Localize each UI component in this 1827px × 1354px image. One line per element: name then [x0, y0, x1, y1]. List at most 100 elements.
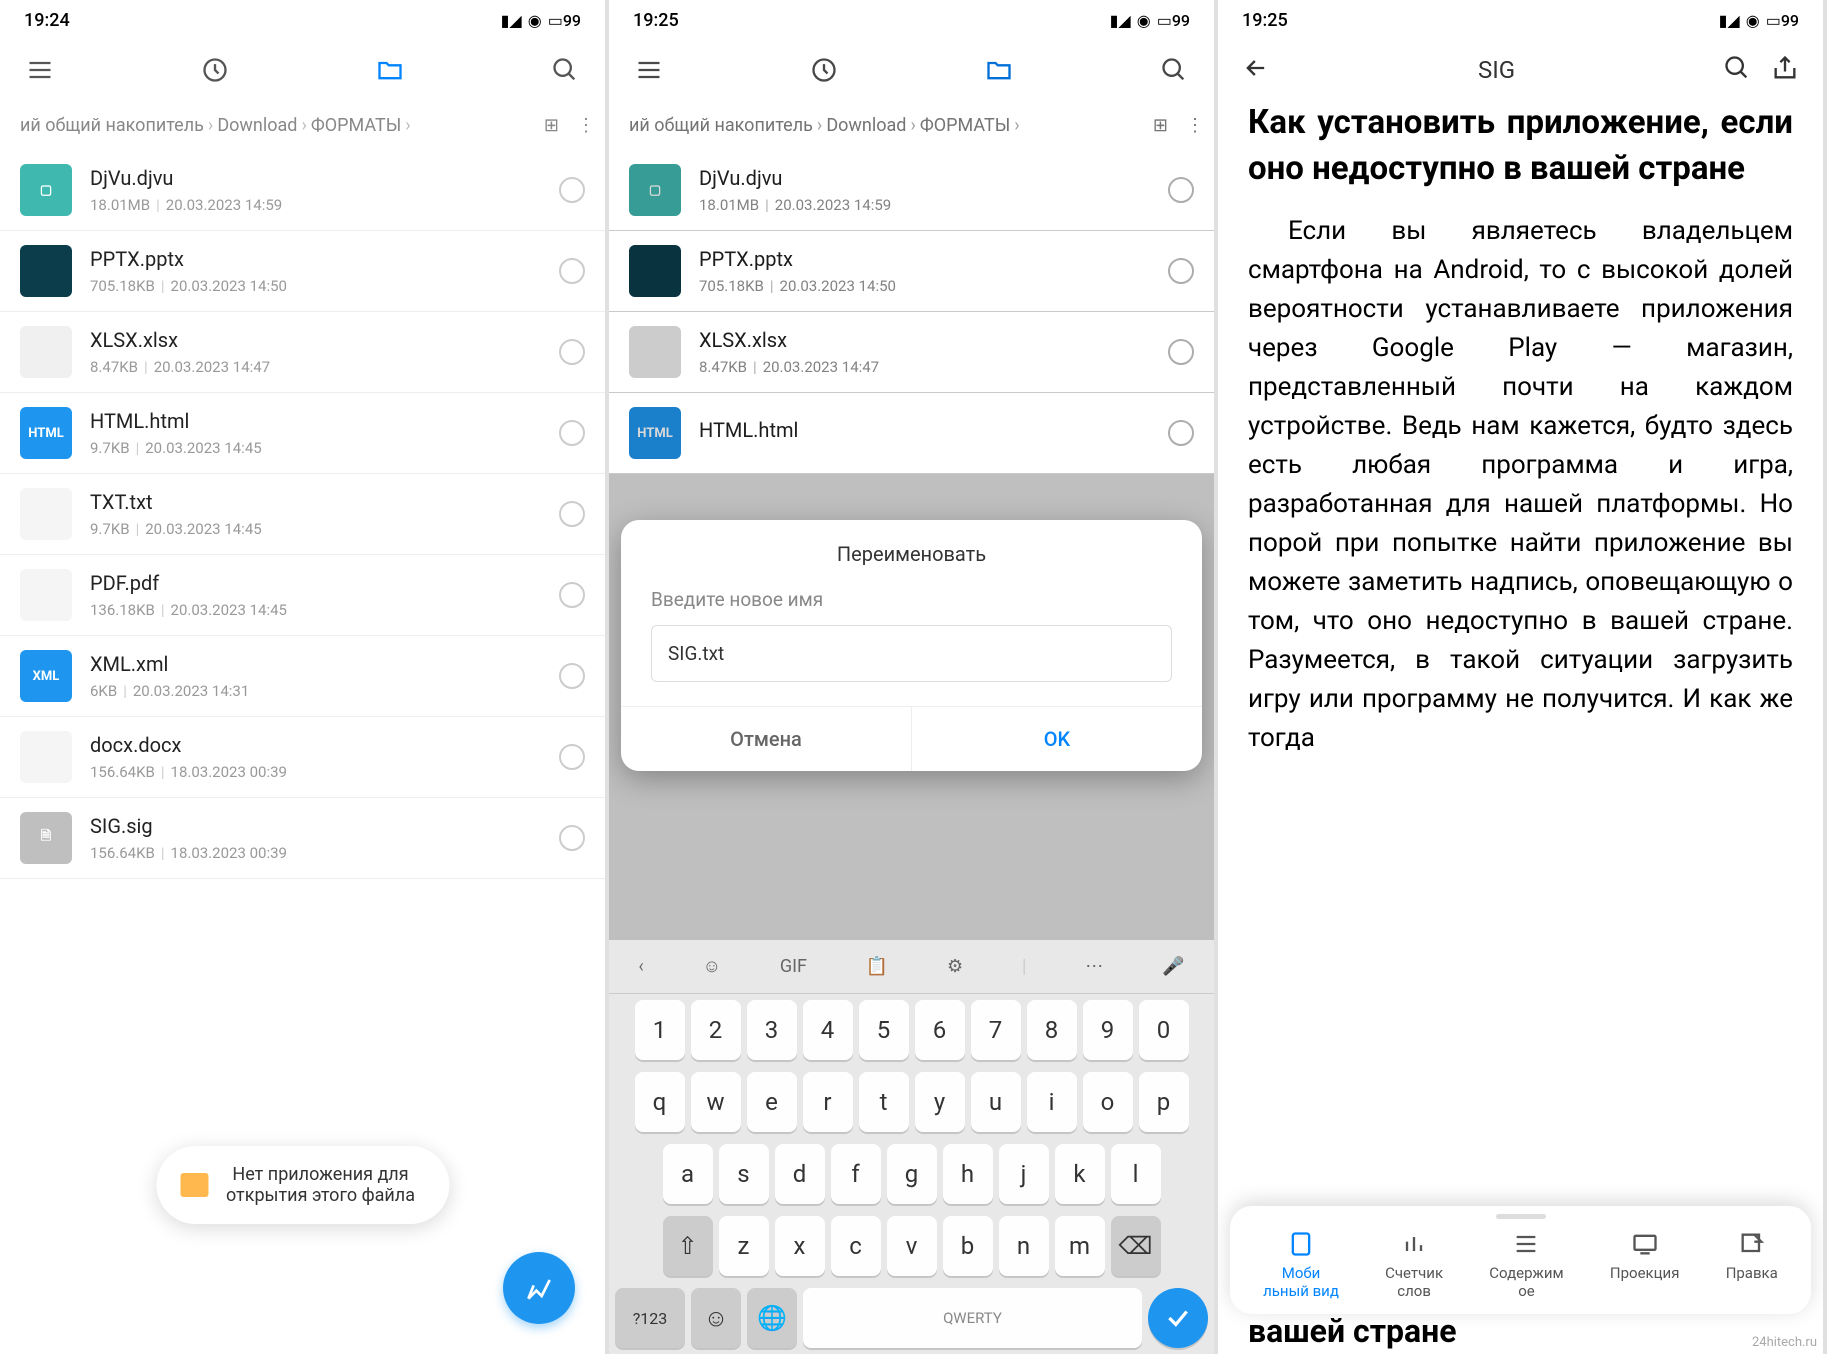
key-n[interactable]: n — [999, 1216, 1049, 1276]
clean-fab[interactable] — [503, 1252, 575, 1324]
key-i[interactable]: i — [1027, 1072, 1077, 1132]
select-radio[interactable] — [559, 825, 585, 851]
file-row[interactable]: ▢ DjVu.djvu 18.01MB|20.03.2023 14:59 — [0, 150, 605, 231]
key-o[interactable]: o — [1083, 1072, 1133, 1132]
kb-more-icon[interactable]: ⋯ — [1085, 956, 1103, 977]
more-icon[interactable]: ⋮ — [577, 115, 595, 136]
drag-handle[interactable] — [1496, 1214, 1546, 1219]
key-e[interactable]: e — [747, 1072, 797, 1132]
kb-gif-button[interactable]: GIF — [780, 956, 807, 977]
file-row[interactable]: TXT.txt 9.7KB|20.03.2023 14:45 — [0, 474, 605, 555]
kb-mic-icon[interactable]: 🎤 — [1162, 956, 1184, 977]
menu-icon[interactable] — [24, 54, 56, 86]
key-4[interactable]: 4 — [803, 1000, 853, 1060]
back-icon[interactable] — [1242, 54, 1270, 86]
kb-back-icon[interactable]: ‹ — [638, 956, 643, 977]
kb-sticker-icon[interactable]: ☺ — [703, 956, 721, 977]
key-q[interactable]: q — [635, 1072, 685, 1132]
select-radio[interactable] — [1168, 339, 1194, 365]
space-key[interactable]: QWERTY — [803, 1288, 1142, 1348]
crumb[interactable]: ий общий накопитель — [20, 115, 204, 136]
select-radio[interactable] — [559, 582, 585, 608]
file-row[interactable]: HTML HTML.html — [609, 393, 1214, 474]
key-b[interactable]: b — [943, 1216, 993, 1276]
crumb[interactable]: ий общий накопитель — [629, 115, 813, 136]
symbols-key[interactable]: ?123 — [615, 1288, 685, 1348]
backspace-key[interactable]: ⌫ — [1111, 1216, 1161, 1276]
file-row[interactable]: 🗎 SIG.sig 156.64KB|18.03.2023 00:39 — [0, 798, 605, 879]
key-a[interactable]: a — [663, 1144, 713, 1204]
share-icon[interactable] — [1771, 54, 1799, 86]
file-row[interactable]: XML XML.xml 6KB|20.03.2023 14:31 — [0, 636, 605, 717]
bottom-tab-1[interactable]: Счетчик слов — [1385, 1216, 1443, 1300]
select-radio[interactable] — [1168, 258, 1194, 284]
key-w[interactable]: w — [691, 1072, 741, 1132]
key-1[interactable]: 1 — [635, 1000, 685, 1060]
bottom-tab-2[interactable]: Содержим ое — [1489, 1216, 1563, 1300]
select-radio[interactable] — [559, 420, 585, 446]
grid-view-icon[interactable]: ⊞ — [544, 115, 559, 136]
key-2[interactable]: 2 — [691, 1000, 741, 1060]
emoji-key[interactable]: ☺ — [691, 1288, 741, 1348]
search-icon[interactable] — [549, 54, 581, 86]
key-9[interactable]: 9 — [1083, 1000, 1133, 1060]
key-7[interactable]: 7 — [971, 1000, 1021, 1060]
key-s[interactable]: s — [719, 1144, 769, 1204]
select-radio[interactable] — [559, 258, 585, 284]
key-g[interactable]: g — [887, 1144, 937, 1204]
key-p[interactable]: p — [1139, 1072, 1189, 1132]
select-radio[interactable] — [559, 501, 585, 527]
kb-settings-icon[interactable]: ⚙ — [947, 956, 963, 977]
file-row[interactable]: PDF.pdf 136.18KB|20.03.2023 14:45 — [0, 555, 605, 636]
breadcrumb[interactable]: ий общий накопитель› Download› ФОРМАТЫ› … — [0, 100, 605, 150]
file-row[interactable]: PPTX.pptx 705.18KB|20.03.2023 14:50 — [0, 231, 605, 312]
recent-icon[interactable] — [808, 54, 840, 86]
rename-input[interactable] — [651, 625, 1172, 682]
crumb[interactable]: Download — [217, 115, 297, 136]
key-5[interactable]: 5 — [859, 1000, 909, 1060]
key-3[interactable]: 3 — [747, 1000, 797, 1060]
cancel-button[interactable]: Отмена — [621, 707, 912, 771]
key-z[interactable]: z — [719, 1216, 769, 1276]
select-radio[interactable] — [1168, 420, 1194, 446]
select-radio[interactable] — [559, 339, 585, 365]
ok-button[interactable]: OK — [912, 707, 1202, 771]
key-k[interactable]: k — [1055, 1144, 1105, 1204]
key-h[interactable]: h — [943, 1144, 993, 1204]
file-row[interactable]: PPTX.pptx 705.18KB|20.03.2023 14:50 — [609, 231, 1214, 312]
send-key[interactable] — [1148, 1288, 1208, 1348]
key-y[interactable]: y — [915, 1072, 965, 1132]
key-j[interactable]: j — [999, 1144, 1049, 1204]
file-row[interactable]: ▢ DjVu.djvu 18.01MB|20.03.2023 14:59 — [609, 150, 1214, 231]
key-6[interactable]: 6 — [915, 1000, 965, 1060]
key-m[interactable]: m — [1055, 1216, 1105, 1276]
bottom-tab-4[interactable]: Правка — [1726, 1216, 1778, 1300]
key-0[interactable]: 0 — [1139, 1000, 1189, 1060]
shift-key[interactable]: ⇧ — [663, 1216, 713, 1276]
crumb[interactable]: ФОРМАТЫ — [920, 115, 1010, 136]
key-v[interactable]: v — [887, 1216, 937, 1276]
search-icon[interactable] — [1158, 54, 1190, 86]
select-radio[interactable] — [559, 663, 585, 689]
crumb[interactable]: ФОРМАТЫ — [311, 115, 401, 136]
kb-clipboard-icon[interactable]: 📋 — [866, 956, 888, 977]
bottom-tab-3[interactable]: Проекция — [1610, 1216, 1680, 1300]
file-row[interactable]: docx.docx 156.64KB|18.03.2023 00:39 — [0, 717, 605, 798]
search-icon[interactable] — [1723, 54, 1751, 86]
folder-icon[interactable] — [374, 54, 406, 86]
key-c[interactable]: c — [831, 1216, 881, 1276]
key-f[interactable]: f — [831, 1144, 881, 1204]
file-row[interactable]: XLSX.xlsx 8.47KB|20.03.2023 14:47 — [609, 312, 1214, 393]
recent-icon[interactable] — [199, 54, 231, 86]
globe-key[interactable]: 🌐 — [747, 1288, 797, 1348]
select-radio[interactable] — [559, 177, 585, 203]
select-radio[interactable] — [559, 744, 585, 770]
bottom-tab-0[interactable]: Моби льный вид — [1263, 1216, 1339, 1300]
crumb[interactable]: Download — [826, 115, 906, 136]
breadcrumb[interactable]: ий общий накопитель› Download› ФОРМАТЫ› … — [609, 100, 1214, 150]
file-row[interactable]: XLSX.xlsx 8.47KB|20.03.2023 14:47 — [0, 312, 605, 393]
grid-view-icon[interactable]: ⊞ — [1153, 115, 1168, 136]
more-icon[interactable]: ⋮ — [1186, 115, 1204, 136]
key-r[interactable]: r — [803, 1072, 853, 1132]
key-u[interactable]: u — [971, 1072, 1021, 1132]
